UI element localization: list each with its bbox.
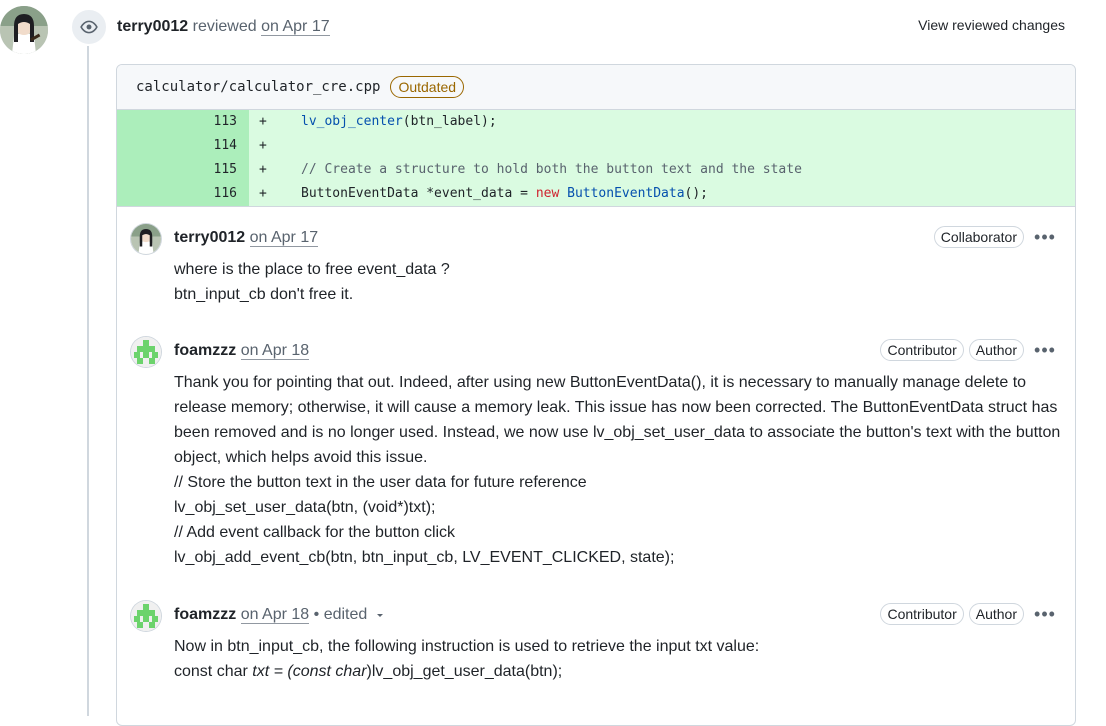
code-token: (btn_label); — [402, 114, 497, 129]
code-token: lv_obj_center — [301, 114, 403, 129]
comment-code-line: const char txt = (const char)lv_obj_get_… — [174, 659, 1064, 684]
comment-text: // Add event callback for the button cli… — [174, 524, 456, 541]
line-number[interactable]: 116 — [117, 182, 249, 207]
file-path-link[interactable]: calculator/calculator_cre.cpp — [136, 79, 380, 95]
comment-body: Thank you for pointing that out. Indeed,… — [174, 370, 1064, 570]
diff-sign: + — [259, 186, 267, 201]
diff-code: + lv_obj_center(btn_label); — [249, 110, 1075, 134]
review-action: reviewed — [192, 18, 257, 35]
code-type: ButtonEventData — [567, 186, 685, 201]
comment-avatar[interactable] — [131, 224, 161, 254]
comment-author[interactable]: terry0012 — [174, 229, 245, 246]
comment-text: Now in btn_input_cb, the following instr… — [174, 638, 760, 655]
edited-label: • edited — [313, 606, 368, 623]
reviewer-avatar-image — [0, 6, 48, 54]
author-badge: Author — [968, 603, 1024, 625]
comment-text: const char — [174, 663, 253, 680]
review-header: terry0012 reviewed on Apr 17 — [117, 16, 330, 38]
comment-text: Thank you for pointing that out. Indeed,… — [174, 374, 1061, 466]
view-reviewed-changes-link[interactable]: View reviewed changes — [918, 17, 1065, 33]
line-number[interactable]: 115 — [117, 158, 249, 182]
avatar-image — [131, 224, 161, 254]
contributor-badge: Contributor — [880, 603, 964, 625]
collaborator-badge: Collaborator — [933, 226, 1024, 248]
comment-avatar[interactable] — [131, 601, 161, 631]
diff-line: 113 + lv_obj_center(btn_label); — [117, 110, 1075, 134]
author-badge: Author — [968, 339, 1024, 361]
code-token: (); — [684, 186, 709, 201]
line-number[interactable]: 113 — [117, 110, 249, 134]
comment-text: btn_input_cb don't free it. — [174, 286, 354, 303]
comment-header: terry0012 on Apr 17 — [174, 227, 319, 249]
comment-author[interactable]: foamzzz — [174, 606, 236, 623]
line-number[interactable]: 114 — [117, 134, 249, 158]
outdated-badge: Outdated — [390, 76, 465, 98]
caret-down-icon — [376, 613, 383, 617]
diff-code: + — [249, 134, 1075, 158]
eye-icon — [80, 20, 98, 34]
comment-emphasis: txt = (const char — [252, 663, 367, 680]
diff-line: 115 + // Create a structure to hold both … — [117, 158, 1075, 182]
timeline-line — [87, 46, 89, 716]
code-keyword: new — [535, 186, 560, 201]
diff-sign: + — [259, 138, 267, 153]
comment-text: )lv_obj_get_user_data(btn); — [366, 663, 563, 680]
comment-badges: Collaborator ••• — [933, 226, 1061, 248]
contributor-badge: Contributor — [880, 339, 964, 361]
diff-line: 114 + — [117, 134, 1075, 158]
review-event-badge — [70, 8, 108, 46]
diff-code: + ButtonEventData *event_data = new Butto… — [249, 182, 1075, 207]
kebab-menu-icon[interactable]: ••• — [1029, 605, 1061, 623]
comment-author[interactable]: foamzzz — [174, 342, 236, 359]
comment-body: Now in btn_input_cb, the following instr… — [174, 634, 1064, 684]
comment-date-link[interactable]: on Apr 18 — [240, 342, 310, 360]
comment-date-link[interactable]: on Apr 18 — [240, 606, 310, 624]
kebab-menu-icon[interactable]: ••• — [1029, 228, 1061, 246]
edited-dropdown[interactable]: • edited — [314, 606, 386, 623]
comment-text: lv_obj_add_event_cb(btn, btn_input_cb, L… — [174, 549, 675, 566]
diff-line: 116 + ButtonEventData *event_data = new B… — [117, 182, 1075, 207]
comment-header: foamzzz on Apr 18 — [174, 340, 310, 362]
kebab-menu-icon[interactable]: ••• — [1029, 341, 1061, 359]
diff-sign: + — [259, 162, 267, 177]
identicon-avatar — [131, 601, 161, 631]
review-date-link[interactable]: on Apr 17 — [261, 18, 330, 36]
comment-badges: Contributor Author ••• — [880, 603, 1061, 625]
identicon-avatar — [131, 337, 161, 367]
comment-body: where is the place to free event_data ? … — [174, 257, 1064, 307]
comment-text: // Store the button text in the user dat… — [174, 474, 587, 491]
comment-date-link[interactable]: on Apr 17 — [249, 229, 319, 247]
comment-header: foamzzz on Apr 18 • edited — [174, 604, 386, 626]
comment-text: where is the place to free event_data ? — [174, 261, 450, 278]
comment-text: lv_obj_set_user_data(btn, (void*)txt); — [174, 499, 436, 516]
code-comment: // Create a structure to hold both the b… — [301, 162, 802, 177]
diff-code: + // Create a structure to hold both the … — [249, 158, 1075, 182]
comment-badges: Contributor Author ••• — [880, 339, 1061, 361]
diff-table: 113 + lv_obj_center(btn_label); 114 + 115… — [117, 110, 1075, 207]
reviewer-name[interactable]: terry0012 — [117, 18, 188, 35]
reviewer-avatar[interactable] — [0, 6, 48, 54]
code-token: ButtonEventData *event_data = — [301, 186, 536, 201]
file-header: calculator/calculator_cre.cpp Outdated — [117, 65, 1075, 110]
diff-sign: + — [259, 114, 267, 129]
review-thread: calculator/calculator_cre.cpp Outdated 1… — [116, 64, 1076, 726]
comment-avatar[interactable] — [131, 337, 161, 367]
